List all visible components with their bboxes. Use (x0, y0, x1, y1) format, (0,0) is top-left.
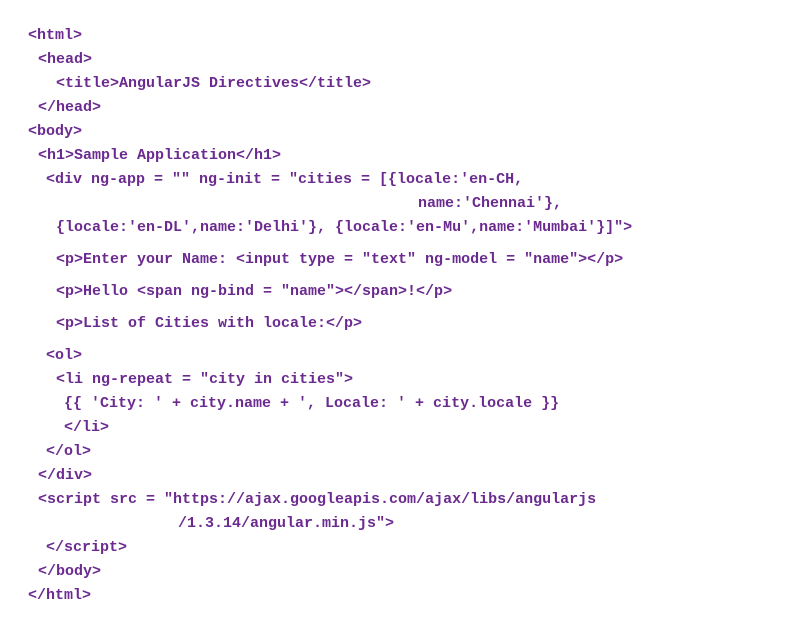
code-line: {locale:'en-DL',name:'Delhi'}, {locale:'… (28, 216, 772, 240)
code-line: <p>Enter your Name: <input type = "text"… (28, 248, 772, 272)
code-line: name:'Chennai'}, (28, 192, 772, 216)
code-line: </html> (28, 584, 772, 608)
code-line: {{ 'City: ' + city.name + ', Locale: ' +… (28, 392, 772, 416)
code-line: <head> (28, 48, 772, 72)
code-line: <h1>Sample Application</h1> (28, 144, 772, 168)
code-line: </li> (28, 416, 772, 440)
code-line: </ol> (28, 440, 772, 464)
code-line: <script src = "https://ajax.googleapis.c… (28, 488, 772, 512)
code-line: <html> (28, 24, 772, 48)
code-line: <li ng-repeat = "city in cities"> (28, 368, 772, 392)
code-line: </head> (28, 96, 772, 120)
code-line: /1.3.14/angular.min.js"> (28, 512, 772, 536)
code-line: <title>AngularJS Directives</title> (28, 72, 772, 96)
code-line: </div> (28, 464, 772, 488)
code-line: <div ng-app = "" ng-init = "cities = [{l… (28, 168, 772, 192)
code-line: <body> (28, 120, 772, 144)
code-line: </script> (28, 536, 772, 560)
code-line: </body> (28, 560, 772, 584)
code-line: <p>Hello <span ng-bind = "name"></span>!… (28, 280, 772, 304)
code-line: <p>List of Cities with locale:</p> (28, 312, 772, 336)
code-line: <ol> (28, 344, 772, 368)
